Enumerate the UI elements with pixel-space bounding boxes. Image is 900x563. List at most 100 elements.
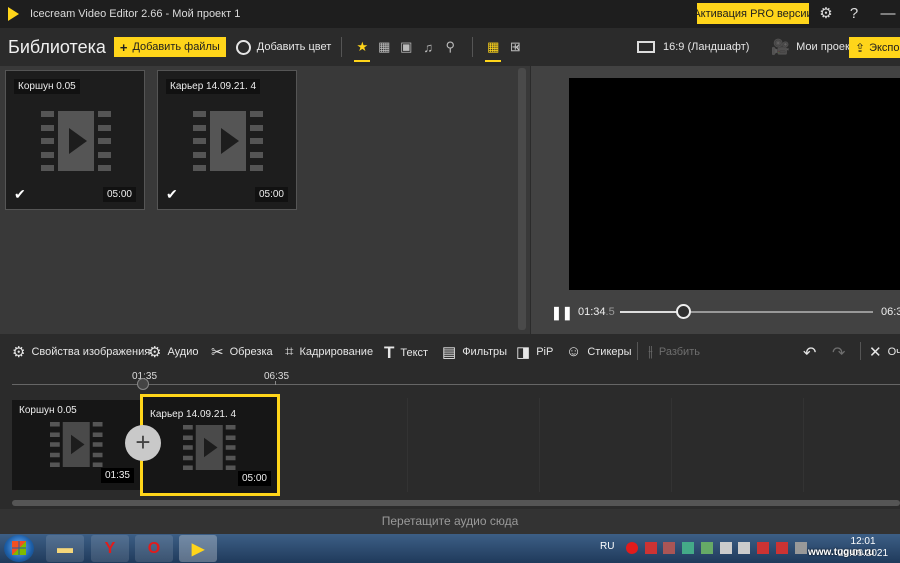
crop-button[interactable]: ⌗ Кадрирование	[285, 343, 373, 360]
filters-icon: ▤	[442, 344, 457, 361]
opera-icon[interactable]: O	[135, 535, 173, 562]
music-icon[interactable]: ♫	[418, 32, 438, 62]
title-bar: Icecream Video Editor 2.66 - Мой проект …	[0, 0, 900, 28]
library-clip[interactable]: Карьер 14.09.21. 4 ✔ 05:00	[157, 70, 297, 210]
tool-tray-icon[interactable]	[663, 542, 675, 554]
star-icon[interactable]: ★	[352, 32, 372, 62]
timeline-clip-selected[interactable]: Карьер 14.09.21. 4 05:00	[140, 394, 280, 496]
add-color-button[interactable]: Добавить цвет	[235, 39, 331, 55]
export-button[interactable]: ⇪ Экспорт	[849, 37, 900, 58]
timeline-gridline	[539, 398, 540, 492]
image-properties-button[interactable]: ⚙ Свойства изображения	[12, 343, 150, 361]
film-icon	[50, 422, 103, 467]
clip-name: Коршун 0.05	[19, 405, 77, 416]
clear-button[interactable]: ✕ Оч	[869, 343, 900, 361]
collapse-icon[interactable]: ‹	[515, 38, 520, 54]
yandex-browser-icon[interactable]: Y	[91, 535, 129, 562]
language-indicator[interactable]: RU	[600, 541, 614, 552]
crop-label: Кадрирование	[299, 345, 374, 358]
network-tray-icon[interactable]	[682, 542, 694, 554]
playhead[interactable]	[137, 378, 149, 390]
explorer-icon[interactable]: ▬	[46, 535, 84, 562]
crop-icon: ⌗	[285, 343, 294, 360]
preview-panel: ❚❚ 01:34.5 06:35	[531, 66, 900, 334]
edit-toolbar: ⚙ Свойства изображения ⚙ Аудио ✂ Обрезка ⌗ К…	[0, 334, 900, 368]
audio-drop-zone[interactable]: Перетащите аудио сюда	[0, 509, 900, 534]
stickers-button[interactable]: ☺ Стикеры	[566, 343, 632, 360]
redo-icon[interactable]: ↷	[832, 343, 845, 363]
timeline-ruler[interactable]: 01:35 06:35	[0, 368, 900, 390]
current-time: 01:34.5	[578, 306, 615, 318]
split-button[interactable]: ⫲ Разбить	[648, 343, 700, 360]
aspect-ratio-icon	[637, 41, 655, 53]
export-label: Экспорт	[869, 41, 900, 54]
large-grid-icon[interactable]: ▦	[483, 32, 503, 62]
timeline-clip[interactable]: Коршун 0.05 01:35	[12, 400, 140, 490]
window-title: Icecream Video Editor 2.66 - Мой проект …	[30, 8, 241, 20]
yandex-tray-icon[interactable]	[626, 542, 638, 554]
icecream-video-editor-icon[interactable]: ▶	[179, 535, 217, 562]
clip-duration: 05:00	[102, 187, 136, 202]
clip-duration: 05:00	[254, 187, 288, 202]
filters-button[interactable]: ▤ Фильтры	[442, 343, 507, 361]
divider	[860, 342, 861, 360]
antivirus-tray-icon[interactable]	[757, 542, 769, 554]
pdf-tray-icon[interactable]	[645, 542, 657, 554]
pip-icon: ◨	[516, 344, 531, 361]
text-button[interactable]: T Текст	[384, 343, 428, 363]
add-files-button[interactable]: + Добавить файлы	[113, 37, 226, 57]
timeline-gridline	[671, 398, 672, 492]
image-icon[interactable]: ▣	[396, 32, 416, 62]
activate-pro-button[interactable]: Активация PRO версии	[693, 3, 813, 24]
timeline-scrollbar[interactable]	[12, 500, 900, 506]
stickers-label: Стикеры	[587, 345, 632, 358]
app-tray-icon[interactable]	[776, 542, 788, 554]
checkmark-icon: ✔	[166, 186, 178, 202]
trim-label: Обрезка	[229, 346, 273, 358]
film-icon	[41, 111, 111, 171]
library-clip[interactable]: Коршун 0.05 ✔ 05:00	[5, 70, 145, 210]
audio-button[interactable]: ⚙ Аудио	[148, 343, 198, 361]
film-icon	[193, 111, 263, 171]
pip-label: PiP	[536, 346, 554, 358]
nvidia-tray-icon[interactable]	[701, 542, 713, 554]
divider	[472, 37, 474, 57]
camera-icon: 🎥	[771, 39, 791, 56]
add-transition-icon[interactable]: +	[125, 425, 161, 461]
text-icon: T	[384, 343, 395, 362]
close-icon: ✕	[869, 344, 882, 361]
smiley-icon: ☺	[566, 343, 582, 360]
windows-tray-icon[interactable]	[720, 542, 732, 554]
windows-taskbar: ▬ Y O ▶ RU 12:01 29.09.2021 www.tugun.ru	[0, 534, 900, 563]
minimize-icon[interactable]: —	[878, 4, 898, 24]
video-icon[interactable]: ▦	[374, 32, 394, 62]
plus-icon: +	[119, 39, 128, 55]
start-button[interactable]	[4, 535, 34, 562]
flag-tray-icon[interactable]	[738, 542, 750, 554]
current-time-value: 01:34	[578, 306, 606, 318]
ruler-mark: 06:35	[264, 371, 290, 382]
video-canvas[interactable]	[569, 78, 900, 290]
audio-settings-icon: ⚙	[148, 344, 162, 361]
clip-duration: 01:35	[100, 468, 134, 483]
checkmark-icon: ✔	[14, 186, 26, 202]
volume-tray-icon[interactable]	[795, 542, 807, 554]
pause-icon[interactable]: ❚❚	[551, 305, 573, 321]
add-files-label: Добавить файлы	[132, 41, 220, 53]
audio-label: Аудио	[167, 346, 199, 358]
clip-name: Коршун 0.05	[14, 79, 80, 94]
trim-button[interactable]: ✂ Обрезка	[211, 343, 273, 361]
seek-bar[interactable]	[620, 304, 873, 319]
aspect-ratio-label: 16:9 (Ландшафт)	[663, 41, 750, 53]
pip-button[interactable]: ◨ PiP	[516, 343, 553, 361]
seek-knob[interactable]	[676, 304, 692, 319]
clip-name: Карьер 14.09.21. 4	[166, 79, 261, 94]
split-icon: ⫲	[648, 343, 653, 360]
undo-icon[interactable]: ↶	[803, 343, 816, 363]
help-icon[interactable]: ?	[844, 4, 864, 24]
library-scrollbar[interactable]	[518, 68, 526, 330]
search-icon[interactable]: ⚲	[440, 32, 460, 62]
gear-icon[interactable]: ⚙	[816, 4, 836, 24]
divider	[341, 37, 343, 57]
aspect-ratio-button[interactable]: 16:9 (Ландшафт)	[637, 41, 749, 53]
